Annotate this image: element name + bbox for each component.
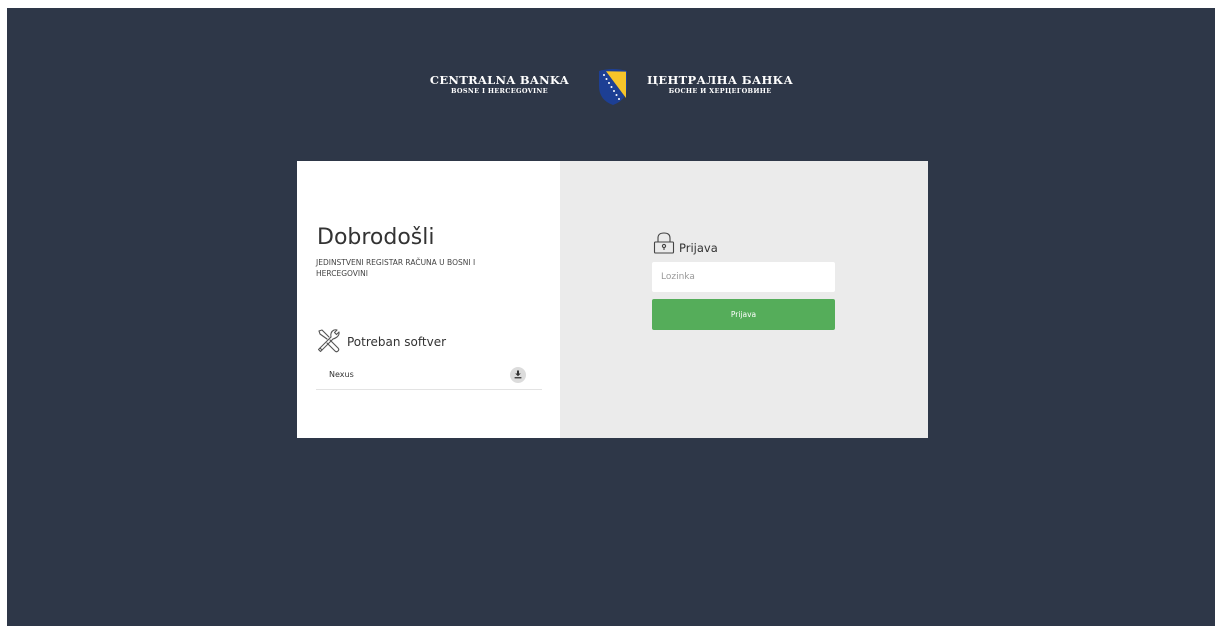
welcome-subtitle: JEDINSTVENI REGISTAR RAČUNA U BOSNI I HE… bbox=[316, 258, 476, 278]
password-field[interactable] bbox=[652, 262, 835, 292]
login-screen: CENTRALNA BANKA BOSNE I HERCEGOVINE ЦЕНТ… bbox=[7, 8, 1215, 626]
software-list-item: Nexus bbox=[316, 361, 542, 390]
download-nexus-button[interactable] bbox=[510, 367, 526, 383]
bank-subtitle-latin: BOSNE I HERCEGOVINE bbox=[451, 87, 548, 95]
welcome-title: Dobrodošli bbox=[317, 225, 435, 250]
login-label: Prijava bbox=[679, 241, 718, 255]
bank-name-cyrillic-block: ЦЕНТРАЛНА БАНКА БОСНЕ И ХЕРЦЕГОВИНЕ bbox=[647, 74, 793, 96]
bank-name-latin: CENTRALNA BANKA bbox=[429, 73, 569, 87]
required-software-label: Potreban softver bbox=[347, 335, 447, 349]
lock-icon bbox=[653, 232, 675, 254]
download-icon bbox=[514, 370, 522, 379]
login-card: Dobrodošli JEDINSTVENI REGISTAR RAČUNA U… bbox=[297, 161, 928, 438]
bih-coat-of-arms-shield-icon bbox=[599, 69, 627, 105]
tools-icon bbox=[317, 329, 340, 353]
welcome-panel: Dobrodošli JEDINSTVENI REGISTAR RAČUNA U… bbox=[297, 161, 560, 438]
software-name-nexus: Nexus bbox=[329, 370, 354, 379]
bank-logo: CENTRALNA BANKA BOSNE I HERCEGOVINE ЦЕНТ… bbox=[7, 68, 1215, 108]
bank-subtitle-cyrillic: БОСНЕ И ХЕРЦЕГОВИНЕ bbox=[668, 87, 772, 95]
bank-name-cyrillic: ЦЕНТРАЛНА БАНКА bbox=[647, 73, 794, 87]
login-panel: Prijava Prijava bbox=[560, 161, 928, 438]
bank-name-latin-block: CENTRALNA BANKA BOSNE I HERCEGOVINE bbox=[430, 74, 569, 96]
login-button[interactable]: Prijava bbox=[652, 299, 835, 330]
